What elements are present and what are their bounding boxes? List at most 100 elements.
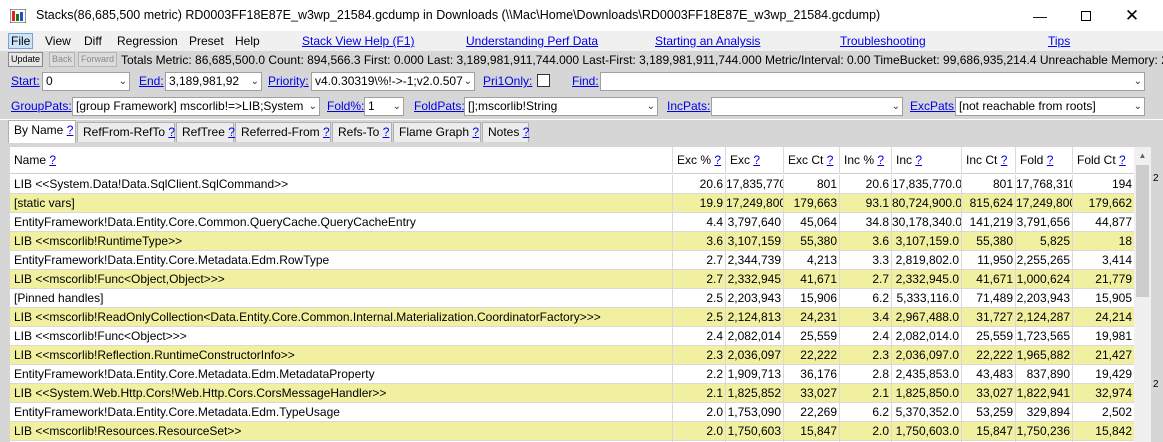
forward-button[interactable]: Forward [78, 52, 118, 67]
help-link[interactable]: ? [877, 153, 884, 167]
grouppats-label[interactable]: GroupPats: [11, 99, 72, 113]
update-button[interactable]: Update [8, 52, 44, 67]
vertical-scrollbar[interactable]: ▲ [1134, 147, 1151, 442]
chevron-down-icon[interactable]: ⌄ [892, 98, 900, 115]
help-link[interactable]: ? [1047, 153, 1054, 167]
tab-reffrom-refto[interactable]: RefFrom-RefTo ? [77, 122, 175, 142]
foldpats-input[interactable]: [];mscorlib!String ⌄ [464, 97, 658, 116]
link-starting-an-analysis[interactable]: Starting an Analysis [655, 34, 760, 48]
table-row[interactable]: EntityFramework!Data.Entity.Core.Metadat… [10, 403, 1134, 422]
cell-name[interactable]: LIB <<mscorlib!Resources.ResourceSet>> [10, 422, 673, 441]
chevron-down-icon[interactable]: ⌄ [393, 98, 401, 115]
table-row[interactable]: [static vars] 19.9 17,249,800 179,663 93.1 80… [10, 194, 1134, 213]
tab-flame-graph[interactable]: Flame Graph ? [393, 122, 481, 142]
chevron-down-icon[interactable]: ⌄ [647, 98, 655, 115]
table-row[interactable]: EntityFramework!Data.Entity.Core.Metadat… [10, 251, 1134, 270]
link-troubleshooting[interactable]: Troubleshooting [840, 34, 926, 48]
cell-name[interactable]: LIB <<System.Web.Http.Cors!Web.Http.Cors… [10, 384, 673, 403]
pri1only-label[interactable]: Pri1Only: [483, 74, 532, 88]
menu-file[interactable]: File [8, 33, 34, 49]
help-link[interactable]: ? [1001, 153, 1008, 167]
help-link[interactable]: ? [472, 125, 479, 139]
link-stack-view-help[interactable]: Stack View Help (F1) [302, 34, 414, 48]
table-row[interactable]: LIB <<mscorlib!ReadOnlyCollection<Data.E… [10, 308, 1134, 327]
link-understanding-perf-data[interactable]: Understanding Perf Data [466, 34, 598, 48]
col-header-fold[interactable]: Fold ? [1016, 147, 1073, 174]
cell-name[interactable]: LIB <<mscorlib!Func<Object,Object>>> [10, 270, 673, 289]
col-header-inc-pct[interactable]: Inc % ? [840, 147, 892, 174]
maximize-button[interactable] [1063, 0, 1109, 31]
table-row[interactable]: EntityFramework!Data.Entity.Core.Metadat… [10, 365, 1134, 384]
link-tips[interactable]: Tips [1048, 34, 1070, 48]
excpats-label[interactable]: ExcPats: [910, 99, 957, 113]
help-link[interactable]: ? [827, 153, 834, 167]
end-input[interactable]: 3,189,981,92 ⌄ [165, 72, 262, 91]
start-label[interactable]: Start: [11, 74, 40, 88]
help-link[interactable]: ? [753, 153, 760, 167]
menu-help[interactable]: Help [232, 33, 263, 49]
cell-name[interactable]: EntityFramework!Data.Entity.Core.Common.… [10, 213, 673, 232]
find-label[interactable]: Find: [572, 74, 599, 88]
help-link[interactable]: ? [714, 153, 721, 167]
cell-name[interactable]: LIB <<mscorlib!Reflection.RuntimeConstru… [10, 346, 673, 365]
cell-name[interactable]: LIB <<mscorlib!ReadOnlyCollection<Data.E… [10, 308, 673, 327]
table-row[interactable]: LIB <<System.Web.Http.Cors!Web.Http.Cors… [10, 384, 1134, 403]
incpats-input[interactable]: ⌄ [711, 97, 903, 116]
help-link[interactable]: ? [523, 125, 530, 139]
excpats-input[interactable]: [not reachable from roots] ⌄ [955, 97, 1145, 116]
scrollbar-thumb[interactable] [1136, 165, 1149, 297]
table-row[interactable]: [Pinned handles] 2.5 2,203,943 15,906 6.2 5,3… [10, 289, 1134, 308]
tab-notes[interactable]: Notes ? [482, 122, 529, 142]
cell-name[interactable]: EntityFramework!Data.Entity.Core.Metadat… [10, 403, 673, 422]
table-row[interactable]: LIB <<mscorlib!Reflection.RuntimeConstru… [10, 346, 1134, 365]
menu-preset[interactable]: Preset [186, 33, 227, 49]
start-input[interactable]: 0 ⌄ [42, 72, 130, 91]
find-input[interactable]: ⌄ [600, 72, 1145, 91]
help-link[interactable]: ? [67, 123, 74, 137]
fold-input[interactable]: 1 ⌄ [364, 97, 404, 116]
table-row[interactable]: LIB <<mscorlib!Resources.ResourceSet>> 2.… [10, 422, 1134, 441]
chevron-down-icon[interactable]: ⌄ [309, 98, 317, 115]
chevron-down-icon[interactable]: ⌄ [1134, 73, 1142, 90]
help-link[interactable]: ? [383, 125, 390, 139]
close-button[interactable]: ✕ [1109, 0, 1155, 31]
col-header-inc-ct[interactable]: Inc Ct ? [962, 147, 1016, 174]
priority-label[interactable]: Priority: [268, 74, 309, 88]
cell-name[interactable]: LIB <<mscorlib!Func<Object>>> [10, 327, 673, 346]
tab-reftree[interactable]: RefTree ? [176, 122, 235, 142]
table-row[interactable]: EntityFramework!Data.Entity.Core.Common.… [10, 213, 1134, 232]
cell-name[interactable]: LIB <<System.Data!Data.SqlClient.SqlComm… [10, 175, 673, 194]
cell-name[interactable]: LIB <<mscorlib!RuntimeType>> [10, 232, 673, 251]
incpats-label[interactable]: IncPats: [667, 99, 710, 113]
cell-name[interactable]: [Pinned handles] [10, 289, 673, 308]
col-header-exc-ct[interactable]: Exc Ct ? [784, 147, 840, 174]
table-row[interactable]: LIB <<mscorlib!Func<Object>>> 2.4 2,082,01… [10, 327, 1134, 346]
tab-referred-from[interactable]: Referred-From ? [235, 122, 331, 142]
col-header-inc[interactable]: Inc ? [892, 147, 962, 174]
table-row[interactable]: LIB <<System.Data!Data.SqlClient.SqlComm… [10, 175, 1134, 194]
table-row[interactable]: LIB <<mscorlib!RuntimeType>> 3.6 3,107,159… [10, 232, 1134, 251]
help-link[interactable]: ? [323, 125, 330, 139]
col-header-name[interactable]: Name ? [10, 147, 673, 174]
chevron-down-icon[interactable]: ⌄ [119, 73, 127, 90]
chevron-down-icon[interactable]: ⌄ [251, 73, 259, 90]
menu-diff[interactable]: Diff [81, 33, 105, 49]
help-link[interactable]: ? [1119, 153, 1126, 167]
cell-name[interactable]: EntityFramework!Data.Entity.Core.Metadat… [10, 365, 673, 384]
minimize-button[interactable]: — [1017, 0, 1063, 31]
pri1only-checkbox[interactable] [537, 74, 550, 87]
back-button[interactable]: Back [49, 52, 76, 67]
fold-label[interactable]: Fold%: [327, 99, 364, 113]
cell-name[interactable]: [static vars] [10, 194, 673, 213]
help-link[interactable]: ? [228, 125, 235, 139]
end-label[interactable]: End: [139, 74, 164, 88]
chevron-down-icon[interactable]: ⌄ [464, 73, 472, 90]
priority-input[interactable]: v4.0.30319\%!->-1;v2.0.507 ⌄ [311, 72, 475, 91]
col-header-fold-ct[interactable]: Fold Ct ? [1073, 147, 1134, 174]
help-link[interactable]: ? [915, 153, 922, 167]
grouppats-input[interactable]: [group Framework] mscorlib!=>LIB;System … [72, 97, 320, 116]
col-header-exc-pct[interactable]: Exc % ? [673, 147, 726, 174]
foldpats-label[interactable]: FoldPats: [414, 99, 465, 113]
tab-by-name[interactable]: By Name ? [8, 120, 76, 143]
col-header-exc[interactable]: Exc ? [726, 147, 784, 174]
